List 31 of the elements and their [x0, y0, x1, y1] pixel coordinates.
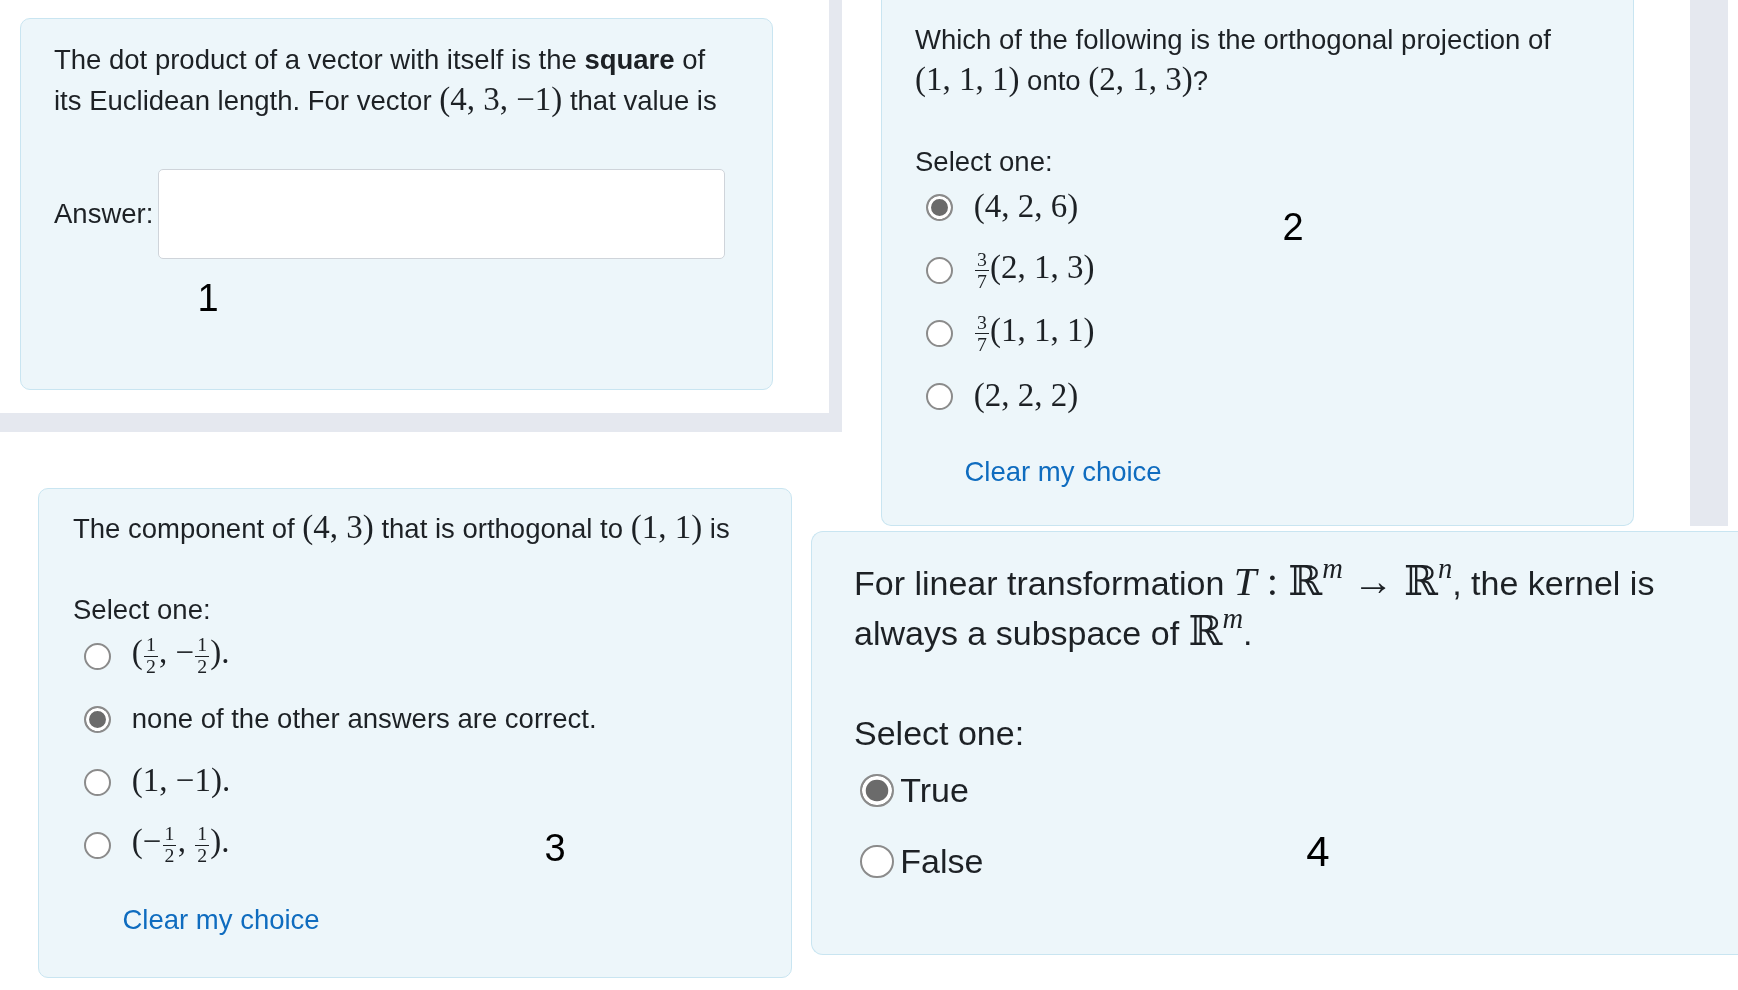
panel-number: 3	[544, 829, 566, 867]
radio-button[interactable]	[860, 844, 894, 879]
question-text: The component of (4, 3) that is orthogonal to (1, 1) is	[73, 509, 731, 547]
option-label: True	[900, 770, 969, 812]
panel-number: 4	[1306, 831, 1330, 873]
answer-field[interactable]	[158, 169, 726, 260]
panel-number: 1	[197, 279, 219, 317]
clear-choice-link[interactable]: Clear my choice	[122, 902, 320, 938]
radio-button[interactable]	[84, 642, 111, 670]
radio-button[interactable]	[84, 768, 111, 796]
radio-button[interactable]	[926, 257, 953, 285]
radio-button[interactable]	[926, 383, 953, 411]
radio-button[interactable]	[84, 831, 111, 859]
select-prompt: Select one:	[854, 713, 1026, 755]
option-label: (4, 2, 6)	[973, 189, 1079, 226]
question-text: Which of the following is the orthogonal projection of (1, 1, 1) onto (2, 1, 3)?	[915, 23, 1552, 99]
select-prompt: Select one:	[73, 593, 212, 628]
question-text: The dot product of a vector with itself is the square of its Euclidean length. For vector (4, 3, −1) that value is	[54, 43, 718, 119]
radio-button[interactable]	[860, 773, 894, 807]
panel-number: 2	[1282, 208, 1304, 246]
answer-label: Answer:	[54, 198, 154, 231]
radio-button[interactable]	[926, 194, 953, 222]
radio-button[interactable]	[926, 320, 953, 348]
option-label: False	[900, 841, 984, 883]
option-label: (1, −1).	[131, 764, 231, 801]
option-label: none of the other answers are correct.	[131, 702, 597, 737]
question-text: For linear transformation T : ℝ$^{m}$ → ℝ$^{n}$, the kernel is always a subspace of ℝ$^{m}$.	[854, 558, 1656, 657]
select-prompt: Select one:	[915, 145, 1054, 180]
clear-choice-link[interactable]: Clear my choice	[964, 453, 1162, 490]
radio-button[interactable]	[84, 705, 111, 733]
option-label: (2, 2, 2)	[973, 378, 1079, 415]
